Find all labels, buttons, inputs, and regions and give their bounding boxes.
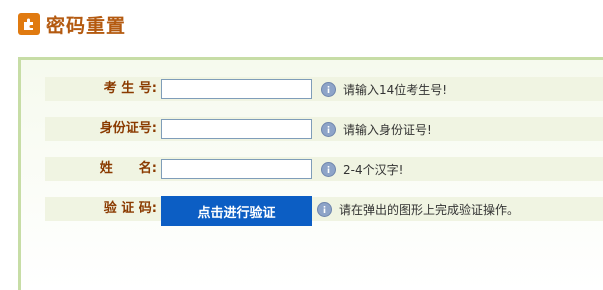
exam-number-hint: 请输入14位考生号! — [321, 77, 447, 101]
verify-button[interactable]: 点击进行验证 — [161, 196, 312, 226]
puzzle-icon — [18, 13, 40, 35]
form-row-captcha: 验 证 码: 点击进行验证 请在弹出的图形上完成验证操作。 — [45, 196, 603, 226]
id-number-label: 身份证号: — [99, 121, 157, 136]
exam-number-input[interactable] — [161, 79, 312, 99]
page-title: 密码重置 — [46, 14, 127, 37]
form-row-exam-number: 考 生 号: 请输入14位考生号! — [45, 77, 603, 101]
info-icon — [321, 161, 336, 177]
captcha-label: 验 证 码: — [103, 201, 157, 216]
name-input[interactable] — [161, 159, 312, 179]
form-panel: 考 生 号: 请输入14位考生号! 身份证号: 请输入身份证号! 姓 名: 2-… — [18, 57, 603, 290]
info-icon — [321, 121, 336, 137]
id-number-hint: 请输入身份证号! — [321, 117, 432, 141]
form-row-id-number: 身份证号: 请输入身份证号! — [45, 117, 603, 141]
page-header: 密码重置 — [18, 10, 126, 38]
id-number-input[interactable] — [161, 119, 312, 139]
info-icon — [317, 201, 332, 217]
name-label: 姓 名: — [99, 161, 157, 176]
name-hint-text: 2-4个汉字! — [343, 162, 404, 177]
exam-number-label: 考 生 号: — [103, 81, 157, 96]
exam-number-hint-text: 请输入14位考生号! — [343, 82, 448, 97]
info-icon — [321, 81, 336, 97]
id-number-hint-text: 请输入身份证号! — [343, 122, 432, 137]
form-row-name: 姓 名: 2-4个汉字! — [45, 157, 603, 181]
captcha-hint-text: 请在弹出的图形上完成验证操作。 — [339, 202, 520, 217]
name-hint: 2-4个汉字! — [321, 157, 403, 181]
captcha-hint: 请在弹出的图形上完成验证操作。 — [317, 197, 519, 221]
